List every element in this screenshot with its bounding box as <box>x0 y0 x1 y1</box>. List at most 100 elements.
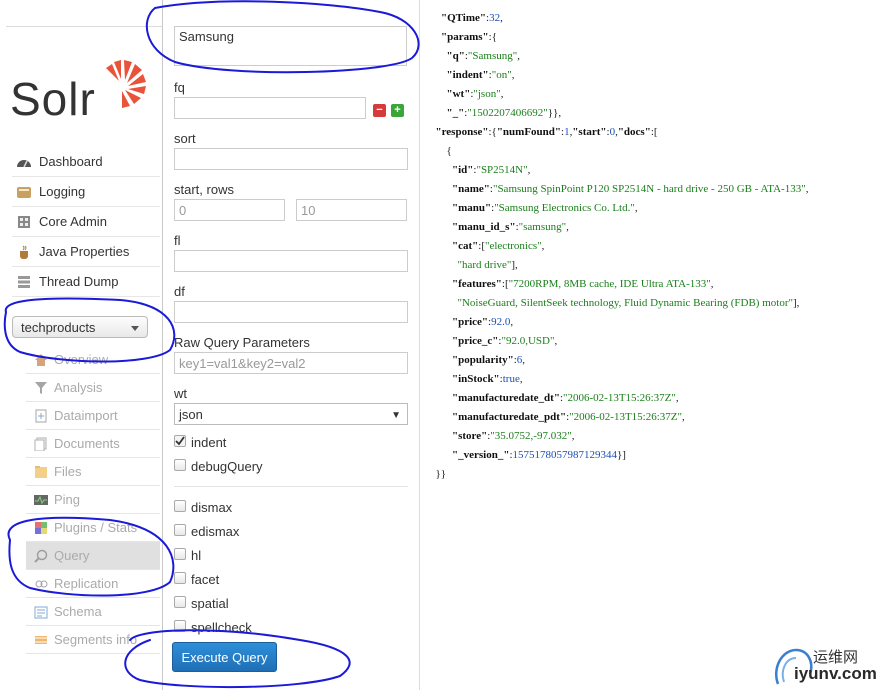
fq-input[interactable] <box>174 97 366 119</box>
solr-sun-icon <box>106 60 146 108</box>
chevron-down-icon <box>131 326 139 331</box>
fq-label: fq <box>174 80 185 95</box>
checkmark-icon <box>175 436 185 446</box>
df-input[interactable] <box>174 301 408 323</box>
nav-label: Logging <box>39 184 86 199</box>
nav-dashboard[interactable]: Dashboard <box>12 147 160 177</box>
nav-java-properties[interactable]: Java Properties <box>12 237 160 267</box>
remove-fq-button[interactable]: − <box>373 104 386 117</box>
dismax-checkbox[interactable] <box>174 500 186 512</box>
fl-label: fl <box>174 233 181 248</box>
nav-label: Dashboard <box>39 154 103 169</box>
logging-icon <box>16 185 32 199</box>
documents-icon <box>34 437 48 451</box>
core-menu-label: Segments info <box>54 632 138 647</box>
hl-checkbox[interactable] <box>174 548 186 560</box>
add-fq-button[interactable]: + <box>391 104 404 117</box>
thread-dump-icon <box>16 275 32 289</box>
dismax-label: dismax <box>191 500 233 515</box>
java-properties-icon <box>16 245 32 259</box>
indent-label: indent <box>191 435 227 450</box>
core-menu-label: Documents <box>54 436 120 451</box>
indent-checkbox[interactable] <box>174 435 186 447</box>
logo-text: Solr <box>10 73 96 125</box>
core-menu-documents[interactable]: Documents <box>26 430 160 458</box>
core-admin-icon <box>16 215 32 229</box>
nav-thread-dump[interactable]: Thread Dump <box>12 267 160 297</box>
solr-logo[interactable]: Solr <box>10 56 150 126</box>
core-menu-label: Overview <box>54 352 109 367</box>
sidebar-top-divider <box>6 26 162 27</box>
core-menu-plugins-stats[interactable]: Plugins / Stats <box>26 514 160 542</box>
spellcheck-checkbox[interactable] <box>174 620 186 632</box>
response-line: "indent":"on", <box>446 69 515 81</box>
core-menu-schema[interactable]: Schema <box>26 598 160 626</box>
debugquery-label: debugQuery <box>191 459 263 474</box>
sort-input[interactable] <box>174 148 408 170</box>
spatial-checkbox[interactable] <box>174 596 186 608</box>
response-line: { <box>430 145 452 157</box>
response-line: "inStock":true, <box>452 373 523 385</box>
response-line: "params":{ <box>441 31 498 43</box>
execute-query-button[interactable]: Execute Query <box>172 642 277 672</box>
response-line: "manu":"Samsung Electronics Co. Ltd.", <box>452 202 638 214</box>
core-menu-label: Ping <box>54 492 81 507</box>
core-menu-label: Replication <box>54 576 119 591</box>
facet-checkbox[interactable] <box>174 572 186 584</box>
response-line: "store":"35.0752,-97.032", <box>452 430 575 442</box>
start-input[interactable]: 0 <box>174 199 285 221</box>
core-menu-overview[interactable]: Overview <box>26 346 160 374</box>
fl-input[interactable] <box>174 250 408 272</box>
core-menu-label: Schema <box>54 604 102 619</box>
nav-core-admin[interactable]: Core Admin <box>12 207 160 237</box>
core-menu-files[interactable]: Files <box>26 458 160 486</box>
core-menu-segments-info[interactable]: Segments info <box>26 626 160 654</box>
core-selector[interactable]: techproducts <box>12 316 148 338</box>
response-line: "id":"SP2514N", <box>452 164 531 176</box>
plugins-icon <box>34 521 48 535</box>
core-menu-replication[interactable]: Replication <box>26 570 160 598</box>
nav-label: Core Admin <box>39 214 107 229</box>
sidebar: Solr Dashboard Logging Core Admin Java P… <box>0 0 163 690</box>
schema-icon <box>34 605 48 619</box>
spellcheck-label: spellcheck <box>191 620 252 635</box>
nav-logging[interactable]: Logging <box>12 177 160 207</box>
core-menu-analysis[interactable]: Analysis <box>26 374 160 402</box>
core-menu-query[interactable]: Query <box>26 542 160 570</box>
core-menu-label: Query <box>54 548 90 563</box>
core-menu-ping[interactable]: Ping <box>26 486 160 514</box>
response-line: "q":"Samsung", <box>446 50 520 62</box>
dashboard-icon <box>16 155 32 169</box>
wt-select[interactable]: json ▼ <box>174 403 408 425</box>
response-line: "NoiseGuard, SilentSeek technology, Flui… <box>457 297 800 309</box>
segments-icon <box>34 633 48 647</box>
edismax-checkbox[interactable] <box>174 524 186 536</box>
response-line: "QTime":32, <box>441 12 503 24</box>
funnel-icon <box>34 381 48 395</box>
response-line: }} <box>430 468 447 480</box>
watermark-en: iyunv.com <box>794 664 876 683</box>
response-line: "price":92.0, <box>452 316 514 328</box>
debugquery-checkbox[interactable] <box>174 459 186 471</box>
form-divider <box>174 486 408 487</box>
hl-label: hl <box>191 548 202 563</box>
wt-value: json <box>179 407 203 422</box>
dataimport-icon <box>34 409 48 423</box>
raw-query-input[interactable]: key1=val1&key2=val2 <box>174 352 408 374</box>
facet-label: facet <box>191 572 220 587</box>
nav-label: Java Properties <box>39 244 130 259</box>
rows-input[interactable]: 10 <box>296 199 407 221</box>
response-line: "price_c":"92.0,USD", <box>452 335 558 347</box>
response-panel: "QTime":32, "params":{ "q":"Samsung", "i… <box>420 0 876 690</box>
response-line: "popularity":6, <box>452 354 526 366</box>
chevron-down-icon: ▼ <box>391 410 401 421</box>
core-selector-value: techproducts <box>21 320 96 335</box>
core-menu-dataimport[interactable]: Dataimport <box>26 402 160 430</box>
spatial-label: spatial <box>191 596 229 611</box>
core-menu-label: Dataimport <box>54 408 118 423</box>
q-textarea[interactable]: Samsung <box>174 26 407 66</box>
response-line: "response":{"numFound":1,"start":0,"docs… <box>435 126 658 138</box>
response-line: "name":"Samsung SpinPoint P120 SP2514N -… <box>452 183 809 195</box>
response-line: "_":"1502207406692"}}, <box>446 107 562 119</box>
response-line: "manufacturedate_pdt":"2006-02-13T15:26:… <box>452 411 685 423</box>
